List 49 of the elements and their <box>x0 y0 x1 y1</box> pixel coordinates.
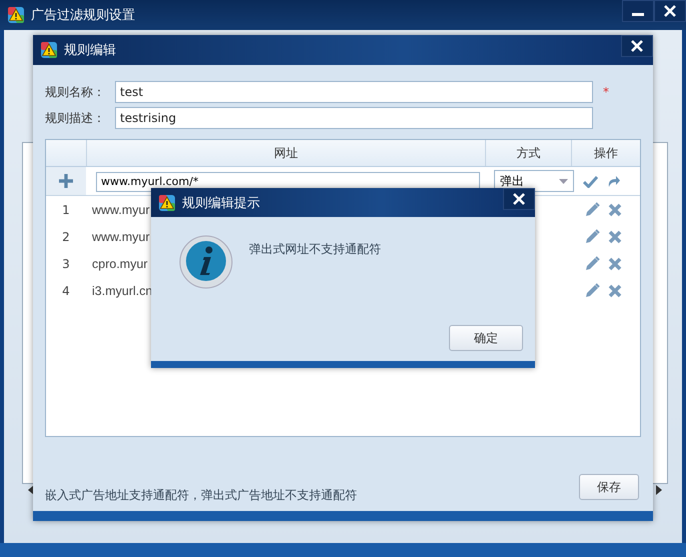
window-title: 广告过滤规则设置 <box>31 7 135 24</box>
add-button[interactable] <box>46 167 86 195</box>
row-number: 2 <box>61 230 71 244</box>
delete-x-icon[interactable] <box>608 284 622 298</box>
close-button[interactable] <box>654 0 686 22</box>
message-title: 规则编辑提示 <box>182 194 260 212</box>
pencil-icon[interactable] <box>585 229 600 244</box>
pencil-icon[interactable] <box>585 256 600 271</box>
input-field[interactable]: testrising <box>115 107 593 129</box>
delete-x-icon[interactable] <box>608 256 622 270</box>
minimize-button[interactable] <box>622 0 654 22</box>
close-button[interactable] <box>621 35 653 57</box>
field-label: 规则名称： <box>45 84 106 100</box>
url-cell: i3.myurl.cn <box>92 284 152 298</box>
url-cell: cpro.myur <box>92 256 148 270</box>
mode-dropdown[interactable]: 弹出 <box>494 170 574 192</box>
row-number: 1 <box>61 202 71 216</box>
field-label: 规则描述： <box>45 110 106 126</box>
row-number: 3 <box>61 256 71 270</box>
delete-x-icon[interactable] <box>608 230 622 244</box>
row-number: 4 <box>61 284 71 298</box>
caret-icon <box>559 178 568 184</box>
url-cell: www.myur <box>92 230 150 244</box>
close-icon <box>630 39 644 53</box>
delete-x-icon[interactable] <box>608 202 622 216</box>
column-header: 网址 <box>87 140 486 166</box>
minimize-icon <box>632 12 644 16</box>
check-icon[interactable] <box>583 174 598 188</box>
pencil-icon[interactable] <box>585 283 600 298</box>
input-field[interactable]: test <box>115 81 593 103</box>
close-icon <box>512 192 526 206</box>
close-icon <box>663 4 677 18</box>
dialog-title: 规则编辑 <box>64 42 116 59</box>
pencil-icon[interactable] <box>585 202 600 217</box>
app-logo-icon <box>8 7 24 23</box>
url-cell: www.myur <box>92 202 150 216</box>
close-button[interactable] <box>503 188 535 210</box>
required-mark: * <box>603 85 609 99</box>
ok-button[interactable]: 确定 <box>449 325 523 351</box>
info-icon <box>179 235 233 289</box>
message-logo-icon <box>159 194 175 210</box>
hint-text: 嵌入式广告地址支持通配符，弹出式广告地址不支持通配符 <box>45 487 357 504</box>
dialog-logo-icon <box>41 42 57 58</box>
message-text: 弹出式网址不支持通配符 <box>249 241 381 258</box>
undo-arrow-icon[interactable] <box>606 174 620 188</box>
plus-icon <box>59 174 73 188</box>
column-header: 方式 <box>486 140 572 166</box>
save-button[interactable]: 保存 <box>579 474 639 500</box>
column-header: 操作 <box>593 144 619 162</box>
